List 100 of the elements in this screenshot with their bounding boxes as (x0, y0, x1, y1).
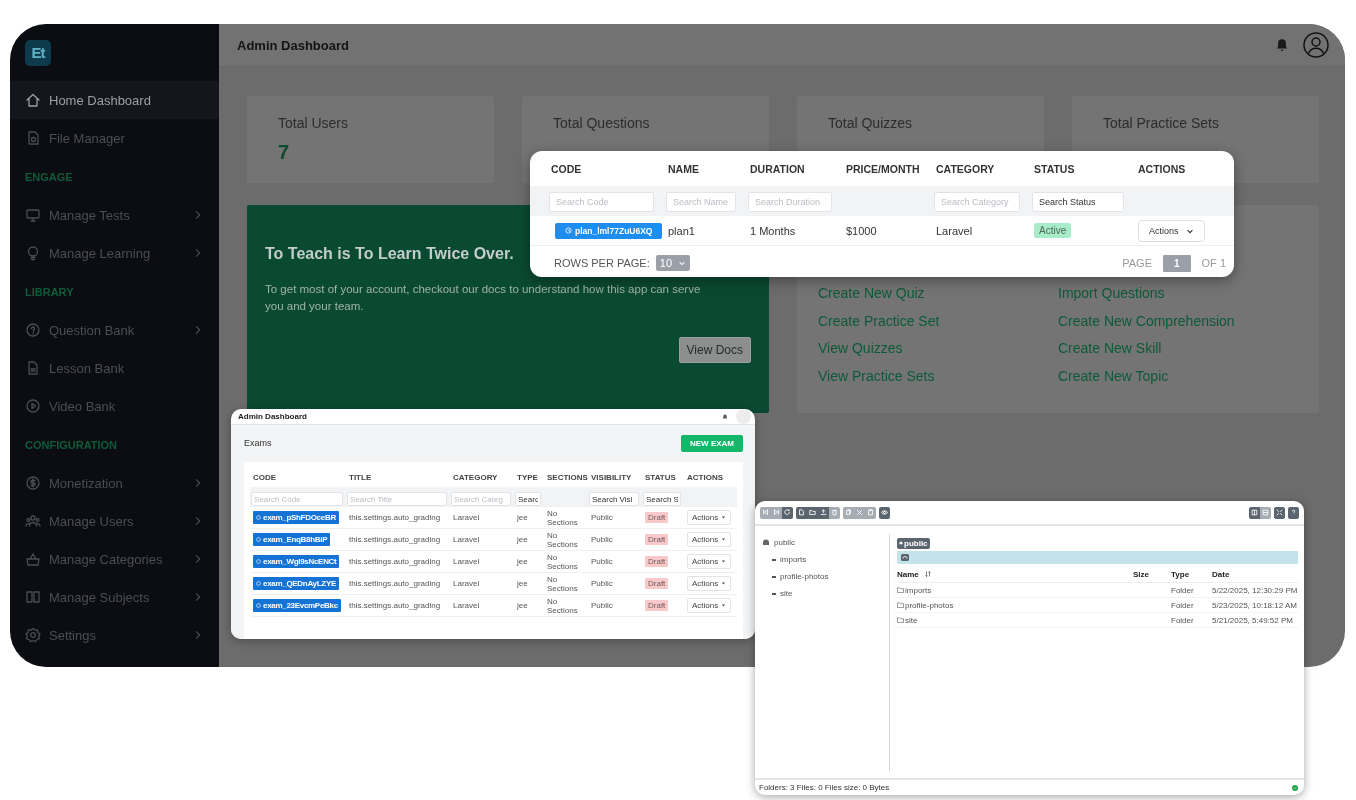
bell-icon (722, 413, 728, 420)
tree-item[interactable]: profile-photos (772, 568, 889, 585)
caret-icon (721, 581, 727, 586)
column-header: CATEGORY (452, 473, 499, 482)
settings-icon (25, 627, 41, 643)
table-cell-text: this.settings.auto_grading (348, 579, 442, 588)
actions-button[interactable]: Actions (687, 598, 732, 613)
table-cell-text: jee (516, 513, 529, 522)
basket-icon (25, 551, 41, 567)
banner-text: To get most of your account, checkout our docs to understand how this app can serve you and your team. (265, 282, 702, 314)
table-cell-text: plan1 (667, 224, 696, 237)
help-icon (1290, 509, 1297, 516)
breadcrumb[interactable]: public (897, 537, 930, 549)
search-field[interactable]: Search Visi (589, 492, 639, 507)
section-label: CONFIGURATION (25, 438, 118, 451)
actions-button[interactable]: Actions (687, 510, 732, 525)
table-cell-text: Public (590, 513, 614, 522)
view-docs-button[interactable]: View Docs (678, 337, 751, 363)
dash-icon (772, 575, 776, 578)
column-header: Size (1133, 569, 1150, 579)
toolbar-button[interactable] (818, 506, 829, 519)
dash-icon (772, 558, 776, 561)
search-field[interactable]: Search Code (251, 492, 343, 507)
column-header: CATEGORY (935, 162, 996, 175)
column-header: NAME (667, 162, 700, 175)
toolbar-button[interactable] (1288, 506, 1299, 519)
new-file-icon (798, 509, 805, 516)
code-button[interactable]: exam_23EvcmPeBkc (253, 599, 341, 612)
caret-icon (721, 603, 727, 608)
search-field[interactable]: Search Title (347, 492, 447, 507)
section-label: ENGAGE (25, 170, 73, 183)
code-button[interactable]: exam_EnqB8hBiP (253, 533, 331, 546)
table-cell-text: Laravel (452, 579, 481, 588)
actions-button[interactable]: Actions (687, 576, 732, 591)
status-icon (1292, 784, 1298, 791)
page-number-field[interactable]: 1 (1163, 254, 1191, 272)
table-cell-text: Public (590, 579, 614, 588)
table-cell-text: this.settings.auto_grading (348, 535, 442, 544)
upload-icon (820, 509, 827, 516)
toolbar-button[interactable] (1274, 506, 1285, 519)
page-heading: Exams (244, 438, 272, 448)
tree-item[interactable]: site (772, 585, 889, 602)
table-cell-text: No Sections (546, 596, 579, 615)
home-icon (25, 92, 41, 108)
code-button[interactable]: plan_lml77ZuU6XQ (555, 222, 663, 239)
refresh-icon (784, 509, 791, 516)
column-header: PRICE/MONTH (845, 162, 921, 175)
code-button[interactable]: exam_QEDnAyLZYE (253, 577, 339, 590)
search-field[interactable]: Search Duration (748, 191, 832, 212)
rows-per-page-select[interactable]: 10 (655, 255, 690, 271)
table-cell-text: Laravel (452, 513, 481, 522)
status-badge: Draft (645, 600, 669, 611)
toolbar-button[interactable] (879, 506, 890, 519)
file-name[interactable]: imports (905, 585, 932, 595)
column-header: Name (897, 569, 919, 579)
section-label: LIBRARY (25, 285, 74, 298)
status-badge: Active (1034, 223, 1072, 238)
search-field[interactable]: Searc (515, 492, 541, 507)
search-field[interactable]: Search Code (549, 191, 654, 212)
file-icon (25, 130, 41, 146)
caret-icon (721, 537, 727, 542)
tree-item[interactable]: public (762, 534, 889, 551)
file-name[interactable]: site (905, 615, 918, 625)
search-field[interactable]: Search S (643, 492, 681, 507)
caret-icon (721, 515, 727, 520)
actions-button[interactable]: Actions (687, 532, 732, 547)
toolbar-button[interactable] (1249, 506, 1260, 519)
table-cell-text: Folder (1171, 600, 1195, 610)
actions-button[interactable]: Actions (1138, 219, 1205, 242)
question-icon (25, 322, 41, 338)
table-cell-text: Folder (1171, 615, 1195, 625)
search-field[interactable]: Search Status (1032, 191, 1124, 212)
search-field[interactable]: Search Category (934, 191, 1020, 212)
toolbar-button[interactable] (796, 506, 807, 519)
stat-value: 7 (278, 141, 291, 164)
code-button[interactable]: exam_WgI9sNcENCt (253, 555, 340, 568)
stat-label: Total Quizzes (828, 115, 914, 131)
back-icon (762, 509, 769, 516)
book-icon (25, 589, 41, 605)
sidebar-item[interactable]: Home Dashboard (10, 81, 219, 119)
stat-label: Total Users (278, 115, 350, 131)
actions-button[interactable]: Actions (687, 554, 732, 569)
table-cell-text: Laravel (452, 601, 481, 610)
toolbar-button[interactable] (782, 506, 793, 519)
search-field[interactable]: Search Categ (451, 492, 511, 507)
tree-item[interactable]: imports (772, 551, 889, 568)
new-exam-button[interactable]: NEW EXAM (681, 434, 743, 452)
code-button[interactable]: exam_pShFDOceBR (253, 511, 339, 524)
status-text: Folders: 3 Files: 0 Files size: 0 Bytes (759, 783, 891, 792)
table-cell-text: No Sections (546, 552, 579, 571)
column-header: CODE (252, 473, 278, 482)
avatar-icon (1303, 32, 1329, 58)
column-header: VISIBILITY (590, 473, 633, 482)
search-field[interactable]: Search Name (666, 191, 736, 212)
table-cell-text: No Sections (546, 530, 579, 549)
column-header: DURATION (749, 162, 806, 175)
table-cell-text: Laravel (452, 535, 481, 544)
table-cell-text: No Sections (546, 508, 579, 527)
new-folder-icon (809, 509, 816, 516)
file-name[interactable]: profile-photos (905, 600, 954, 610)
